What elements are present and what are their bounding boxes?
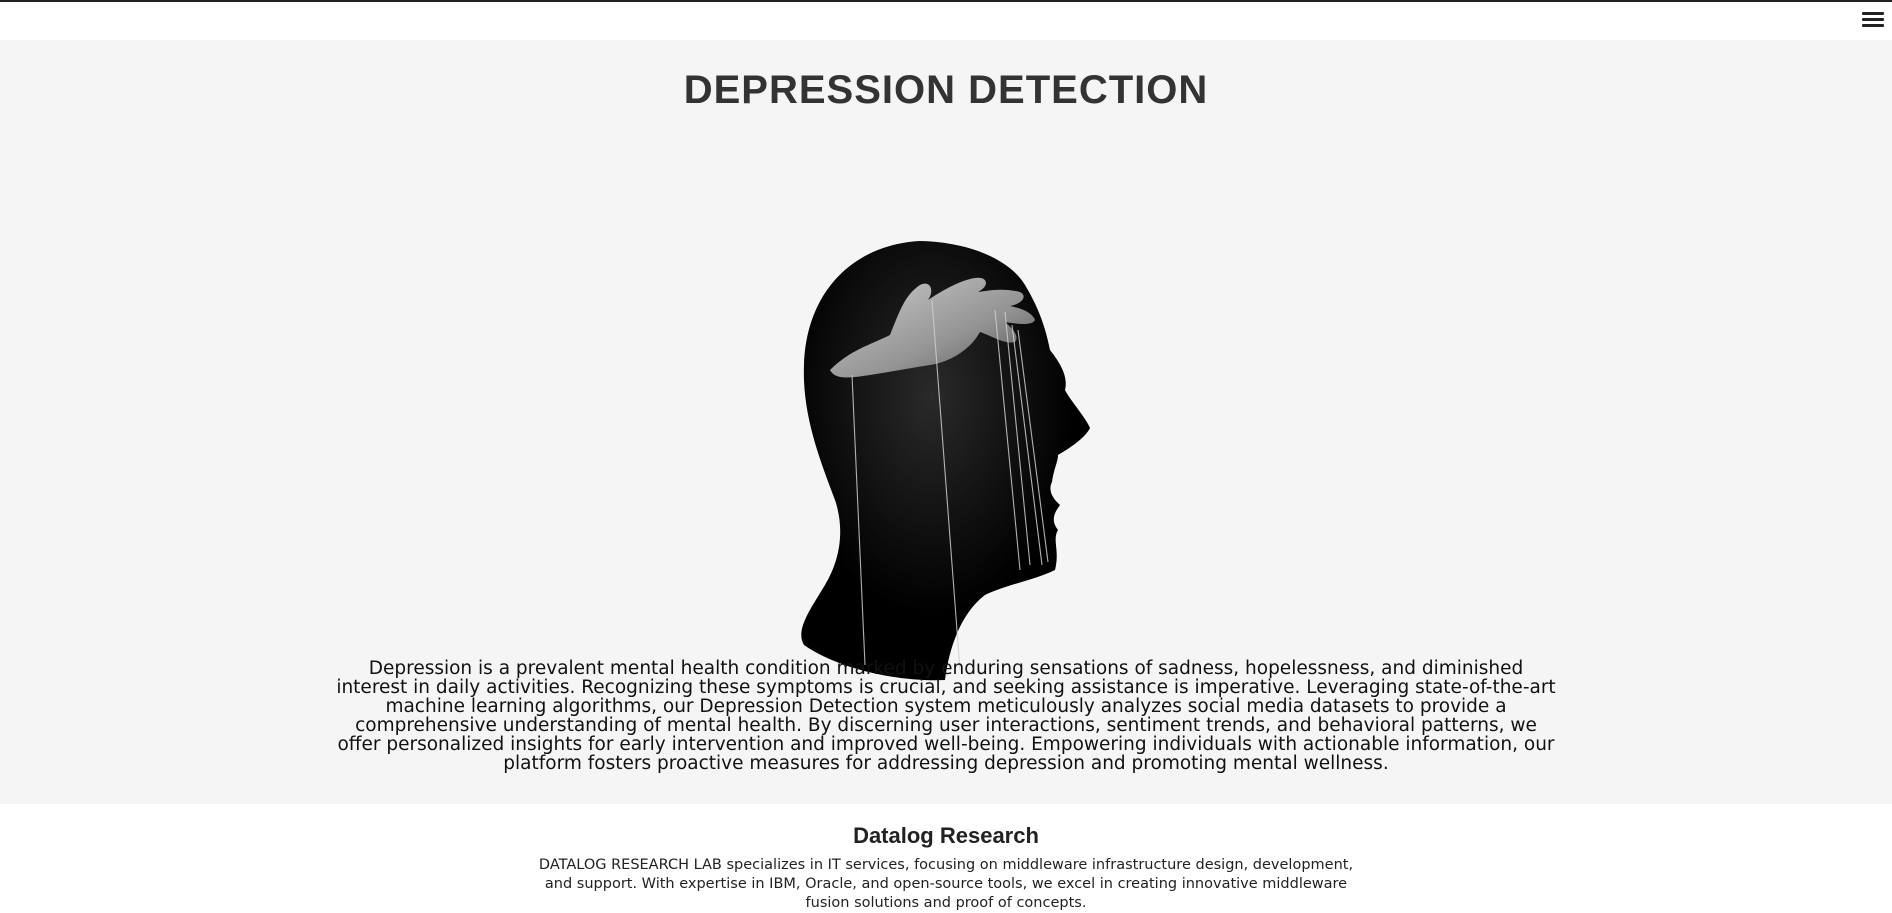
page-title: DEPRESSION DETECTION — [683, 68, 1209, 112]
description-paragraph: Depression is a prevalent mental health … — [336, 658, 1556, 774]
footer-title: Datalog Research — [853, 823, 1039, 848]
hero-section: DEPRESSION DETECTION Depression is a pre… — [0, 40, 1892, 804]
top-navbar — [0, 0, 1892, 40]
footer: Datalog Research DATALOG RESEARCH LAB sp… — [0, 804, 1892, 913]
footer-description: DATALOG RESEARCH LAB specializes in IT s… — [538, 857, 1354, 911]
hamburger-menu-icon[interactable] — [1862, 9, 1886, 31]
head-silhouette-image — [801, 241, 1090, 681]
